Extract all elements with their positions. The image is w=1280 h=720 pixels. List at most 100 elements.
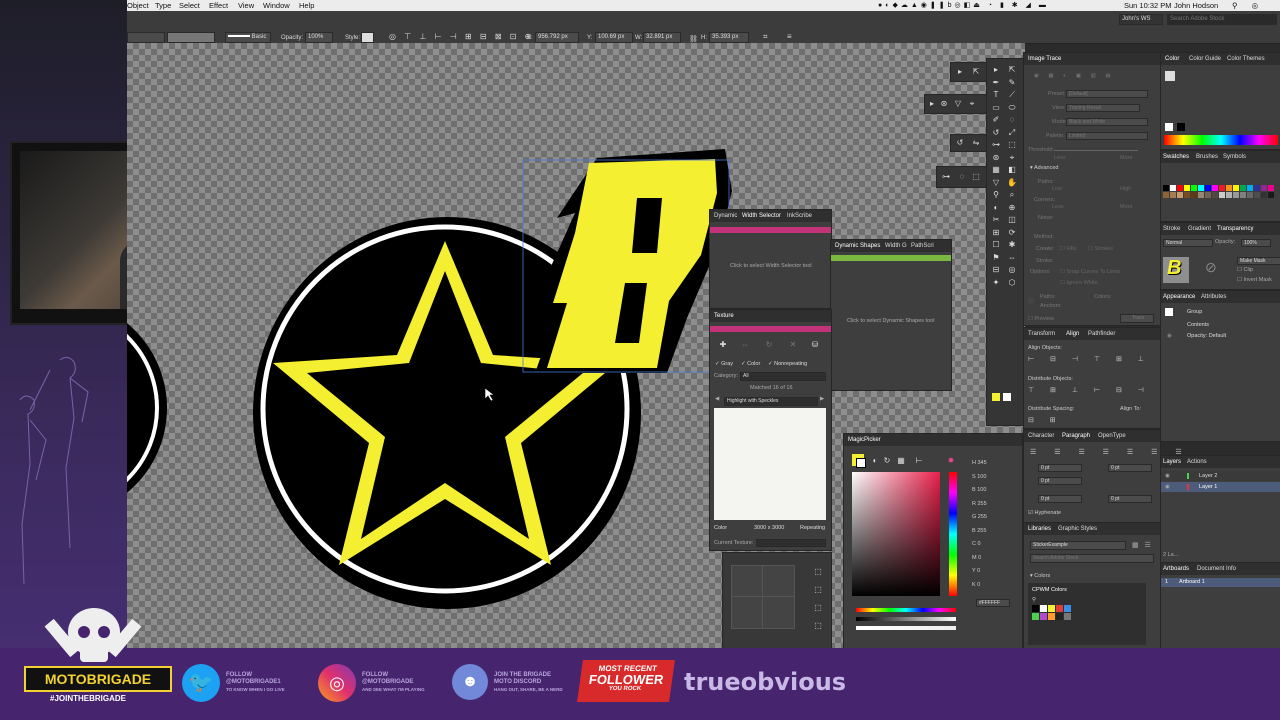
tab-align[interactable]: Align: [1066, 328, 1079, 340]
lib-icon-1[interactable]: ⬚: [813, 567, 823, 577]
align-icons[interactable]: ◎ ⊤ ⊥ ⊢ ⊣ ⊞ ⊟ ⊠ ⊡ ⊕ ⊗: [389, 32, 549, 41]
swatch[interactable]: [1247, 185, 1253, 191]
shape-builder-icon[interactable]: ⊛: [939, 99, 949, 109]
floating-rotate-tools[interactable]: ↺ ⇋: [950, 134, 988, 152]
object-thumbnail[interactable]: B: [1163, 257, 1189, 283]
menu-window[interactable]: Window: [263, 0, 290, 11]
toolbox-stroke-swatch[interactable]: [1003, 393, 1011, 401]
cpwm-group[interactable]: CPWM Colors ⚲: [1028, 583, 1146, 645]
graph-tool-icon[interactable]: ⊞: [991, 228, 1001, 238]
swatch[interactable]: [1205, 185, 1211, 191]
stroke-weight-field[interactable]: [167, 32, 215, 43]
b-sticker[interactable]: [522, 149, 732, 373]
tab-stroke[interactable]: Stroke: [1163, 223, 1180, 235]
trace-button[interactable]: Trace: [1120, 314, 1154, 323]
swatch[interactable]: [1219, 192, 1225, 198]
swatch[interactable]: [1247, 192, 1253, 198]
rotate-tool-icon[interactable]: ↺: [991, 128, 1001, 138]
color-checkbox[interactable]: ✓ Color: [741, 361, 760, 367]
color-spectrum[interactable]: [1164, 135, 1278, 145]
left-sticker[interactable]: [127, 298, 167, 518]
swatch[interactable]: [1184, 185, 1190, 191]
warp-icon[interactable]: ◌: [957, 172, 967, 182]
snap-checkbox[interactable]: ☐ Snap Curves To Lines: [1060, 269, 1120, 275]
first-line-field[interactable]: 0 pt: [1038, 477, 1082, 485]
instagram-icon[interactable]: ◎: [318, 664, 356, 702]
library-icon[interactable]: ⛁: [810, 340, 820, 350]
direct-select-icon[interactable]: ▸: [955, 67, 965, 77]
blob-tool-icon[interactable]: ◌: [1007, 115, 1017, 125]
palette-select[interactable]: Limited: [1066, 132, 1148, 140]
tab-attributes[interactable]: Attributes: [1201, 291, 1226, 303]
library-color-swatch[interactable]: [1064, 605, 1071, 612]
lib-icon-3[interactable]: ⬚: [813, 603, 823, 613]
knife-tool-icon[interactable]: ◎: [1007, 265, 1017, 275]
library-select[interactable]: StickerExample: [1030, 541, 1126, 550]
texture-preview[interactable]: [714, 408, 826, 520]
twitter-icon[interactable]: 🐦: [182, 664, 220, 702]
reshape-tool-icon[interactable]: ⟳: [1007, 228, 1017, 238]
magicpicker-field[interactable]: S 100: [972, 474, 986, 480]
tab-graphic-styles[interactable]: Graphic Styles: [1058, 523, 1097, 535]
library-color-swatch[interactable]: [1056, 605, 1063, 612]
rotate-icon[interactable]: ↺: [955, 138, 965, 148]
tab-color-themes[interactable]: Color Themes: [1227, 53, 1265, 65]
tab-inkscribe[interactable]: InkScribe: [787, 210, 812, 222]
swatch[interactable]: [1177, 192, 1183, 198]
tab-swatches[interactable]: Swatches: [1163, 151, 1189, 163]
swatch[interactable]: [1163, 192, 1169, 198]
mode-icon-4[interactable]: ⊢: [914, 456, 924, 466]
fills-checkbox[interactable]: ☐ Fills: [1060, 246, 1076, 252]
tab-pathscribe[interactable]: PathScri: [911, 240, 934, 252]
invert-mask-checkbox[interactable]: ☐ Invert Mask: [1237, 277, 1272, 283]
layer-row-2[interactable]: ◉ Layer 2: [1161, 471, 1280, 481]
appearance-contents[interactable]: Contents: [1187, 322, 1209, 328]
ignore-white-checkbox[interactable]: ☐ Ignore White: [1060, 280, 1098, 286]
distribute-spacing-buttons[interactable]: ⊟ ⊞: [1028, 416, 1063, 424]
magicpicker-field[interactable]: H 345: [972, 460, 987, 466]
floating-direct-select[interactable]: ▸ ⇱: [950, 62, 988, 82]
shape-builder-tool-icon[interactable]: ⊛: [991, 153, 1001, 163]
prev-texture-icon[interactable]: ◀: [715, 396, 719, 402]
zoom-tool-icon[interactable]: ⚲: [991, 190, 1001, 200]
slice-tool-icon[interactable]: ◫: [1007, 215, 1017, 225]
tab-transform[interactable]: Transform: [1028, 328, 1055, 340]
select-icon[interactable]: ▸: [927, 99, 937, 109]
black-swatch[interactable]: [1177, 123, 1185, 131]
magicpicker-field[interactable]: R 255: [972, 501, 987, 507]
reset-texture-icon[interactable]: ↻: [764, 340, 774, 350]
appearance-opacity[interactable]: Opacity: Default: [1187, 333, 1226, 339]
menu-view[interactable]: View: [238, 0, 254, 11]
swatch[interactable]: [1268, 185, 1274, 191]
swatch[interactable]: [1198, 185, 1204, 191]
menu-select[interactable]: Select: [179, 0, 200, 11]
user-name[interactable]: John Hodson: [1174, 0, 1218, 11]
texture-grid[interactable]: [731, 565, 795, 629]
perspective-tool-icon[interactable]: ⌖: [1007, 153, 1017, 163]
tab-symbols[interactable]: Symbols: [1223, 151, 1246, 163]
tab-transparency[interactable]: Transparency: [1217, 223, 1253, 235]
magicpicker-field[interactable]: Y 0: [972, 568, 980, 574]
swatch[interactable]: [1261, 192, 1267, 198]
direct-selection-tool-icon[interactable]: ⇱: [1007, 65, 1017, 75]
width-tool-icon[interactable]: ⊶: [941, 172, 951, 182]
scissors-tool-icon[interactable]: ✂: [991, 215, 1001, 225]
space-before-field[interactable]: 0 pt: [1038, 495, 1082, 503]
swatch[interactable]: [1163, 185, 1169, 191]
swatch[interactable]: [1191, 192, 1197, 198]
magicpicker-field[interactable]: C 0: [972, 541, 981, 547]
tab-paragraph[interactable]: Paragraph: [1062, 430, 1090, 442]
transform-icon[interactable]: ⌗: [763, 32, 768, 42]
nonrepeating-checkbox[interactable]: ✓ Nonrepeating: [768, 361, 807, 367]
value-bar[interactable]: [856, 617, 956, 621]
texture-select[interactable]: Highlight with Speckles: [724, 397, 818, 406]
menu-object[interactable]: Object: [127, 0, 149, 11]
paintbrush-tool-icon[interactable]: ✐: [991, 115, 1001, 125]
opacity-field[interactable]: 100%: [305, 32, 333, 43]
view-toggle-icons[interactable]: ▦ ☰: [1132, 541, 1153, 549]
y-field[interactable]: 100.69 px: [595, 32, 633, 43]
tab-actions[interactable]: Actions: [1187, 456, 1207, 468]
blend-tool-icon[interactable]: ◐: [991, 203, 1001, 213]
preset-select[interactable]: [Default]: [1066, 90, 1148, 98]
ellipse-tool-icon[interactable]: ⬭: [1007, 103, 1017, 113]
